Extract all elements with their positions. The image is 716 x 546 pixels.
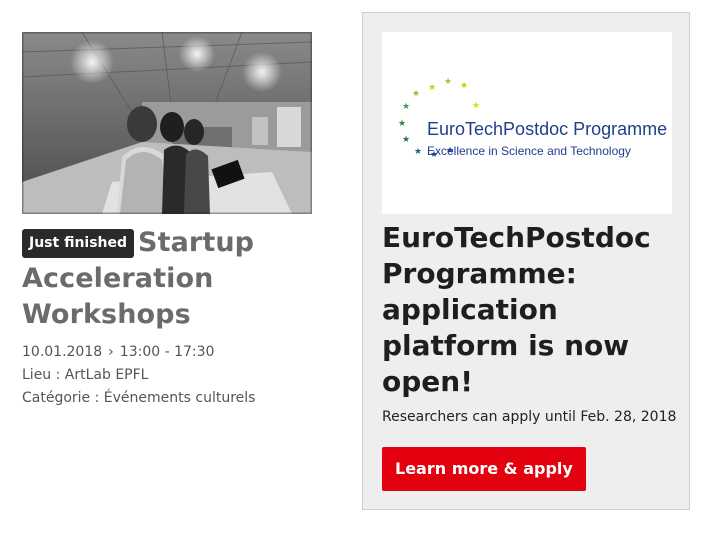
event-photo[interactable] xyxy=(22,32,312,214)
eurotech-logo[interactable]: ★ ★ ★ ★ ★ ★ ★ ★ ★ ★ ★ EuroTechPostdoc Pr… xyxy=(382,32,672,214)
star-icon: ★ xyxy=(444,77,452,87)
logo-wordmark: EuroTechPostdoc Programme xyxy=(427,119,667,139)
star-icon: ★ xyxy=(414,147,422,157)
star-icon: ★ xyxy=(402,102,410,112)
news-title[interactable]: EuroTechPostdoc Programme: application p… xyxy=(382,220,682,400)
star-icon: ★ xyxy=(428,83,436,93)
event-location: Lieu : ArtLab EPFL xyxy=(22,367,149,383)
star-icon: ★ xyxy=(472,101,480,111)
logo-wordmark-part2: Postdoc Programme xyxy=(503,119,667,139)
event-photo-image xyxy=(22,32,312,214)
logo-tagline: Excellence in Science and Technology xyxy=(427,144,631,158)
event-datetime: 10.01.2018 › 13:00 - 17:30 xyxy=(22,341,312,364)
star-icon: ★ xyxy=(402,135,410,145)
status-badge: Just finished xyxy=(22,229,135,258)
event-category: Catégorie : Événements culturels xyxy=(22,390,256,406)
event-title[interactable]: Just finished Startup Acceleration Worksh… xyxy=(22,225,312,333)
eurotech-logo-image: ★ ★ ★ ★ ★ ★ ★ ★ ★ ★ ★ EuroTechPostdoc Pr… xyxy=(398,77,667,160)
learn-more-button[interactable]: Learn more & apply xyxy=(382,447,586,491)
event-time: 13:00 - 17:30 xyxy=(119,344,215,360)
star-icon: ★ xyxy=(398,119,406,129)
news-card: ★ ★ ★ ★ ★ ★ ★ ★ ★ ★ ★ EuroTechPostdoc Pr… xyxy=(362,12,690,510)
chevron-right-icon: › xyxy=(108,344,114,360)
news-description: Researchers can apply until Feb. 28, 201… xyxy=(382,409,677,425)
event-card[interactable]: Just finished Startup Acceleration Worksh… xyxy=(22,32,312,410)
event-date: 10.01.2018 xyxy=(22,344,103,360)
logo-wordmark-part1: EuroTech xyxy=(427,119,503,139)
star-icon: ★ xyxy=(412,89,420,99)
event-meta: 10.01.2018 › 13:00 - 17:30 Lieu : ArtLab E… xyxy=(22,341,312,410)
star-icon: ★ xyxy=(460,81,468,91)
